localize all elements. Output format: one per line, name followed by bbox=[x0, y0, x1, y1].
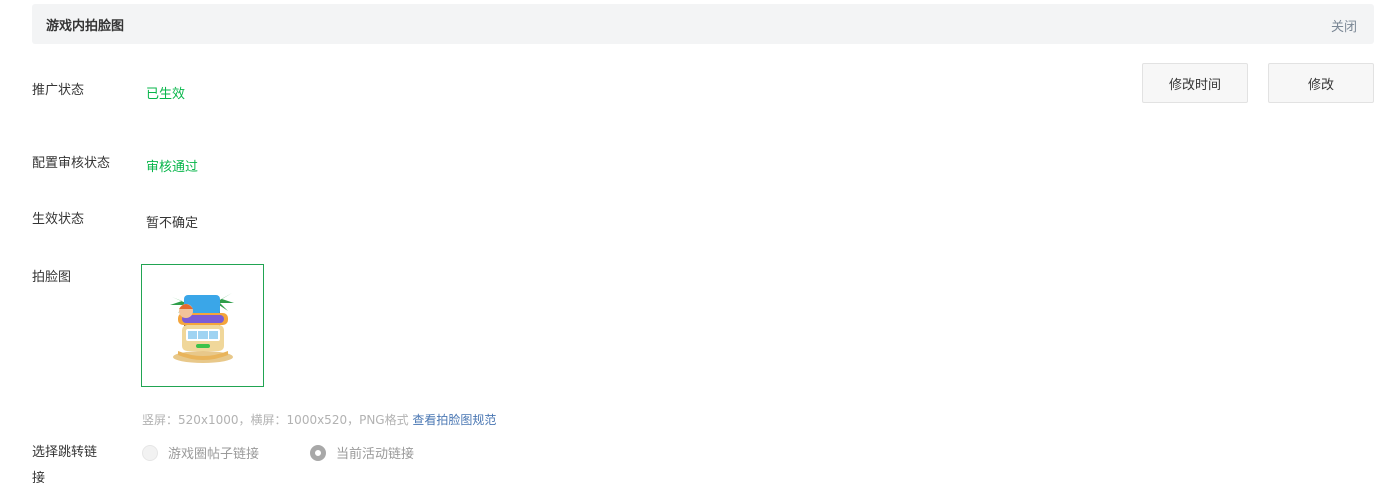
jump-link-label-line1: 选择跳转链 bbox=[32, 445, 98, 460]
face-image-label: 拍脸图 bbox=[32, 270, 72, 285]
review-status-label: 配置审核状态 bbox=[32, 156, 111, 171]
face-image-thumbnail[interactable] bbox=[141, 264, 264, 387]
radio-option-current-activity[interactable]: 当前活动链接 bbox=[310, 443, 414, 462]
effect-status-label: 生效状态 bbox=[32, 212, 85, 227]
image-spec-hint: 竖屏：520x1000，横屏：1000x520，PNG格式 查看拍脸图规范 bbox=[142, 411, 496, 428]
modify-time-button[interactable]: 修改时间 bbox=[1142, 63, 1248, 103]
promo-status-label: 推广状态 bbox=[32, 83, 85, 98]
modify-button[interactable]: 修改 bbox=[1268, 63, 1374, 103]
radio-selected-icon bbox=[310, 444, 326, 461]
review-status-value: 审核通过 bbox=[146, 160, 199, 175]
image-spec-text: 竖屏：520x1000，横屏：1000x520，PNG格式 bbox=[142, 413, 413, 427]
radio-label: 当前活动链接 bbox=[336, 447, 415, 462]
panel-header: 游戏内拍脸图 关闭 bbox=[32, 4, 1374, 44]
image-spec-link[interactable]: 查看拍脸图规范 bbox=[412, 413, 496, 427]
promo-status-value: 已生效 bbox=[146, 87, 186, 102]
close-link[interactable]: 关闭 bbox=[1331, 16, 1357, 35]
game-poster-image bbox=[170, 293, 234, 363]
radio-label: 游戏圈帖子链接 bbox=[168, 447, 260, 462]
radio-unselected-icon bbox=[142, 444, 158, 461]
panel-title: 游戏内拍脸图 bbox=[46, 19, 125, 34]
effect-status-value: 暂不确定 bbox=[146, 216, 199, 231]
jump-link-label-line2: 接 bbox=[32, 471, 46, 486]
radio-option-game-circle-post[interactable]: 游戏圈帖子链接 bbox=[142, 443, 259, 462]
